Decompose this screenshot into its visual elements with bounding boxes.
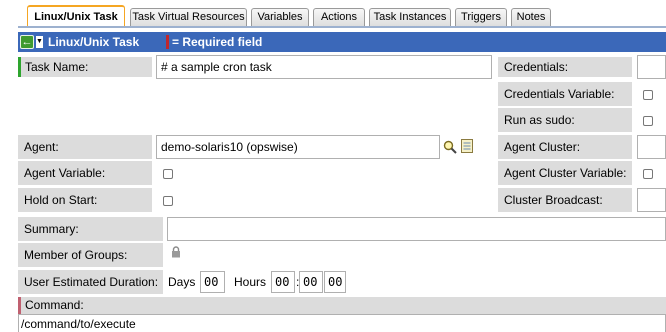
member-of-groups-label: Member of Groups: (18, 243, 163, 267)
run-as-sudo-label: Run as sudo: (498, 108, 632, 132)
command-label: Command: (21, 297, 666, 314)
cluster-broadcast-input[interactable] (637, 188, 666, 212)
summary-input[interactable] (167, 217, 666, 241)
tab-underline (18, 26, 666, 28)
credentials-variable-label: Credentials Variable: (498, 82, 632, 106)
dropdown-menu-icon[interactable]: ▼ (36, 36, 43, 48)
seconds-input[interactable]: 00 (324, 271, 346, 293)
credentials-input[interactable] (637, 55, 666, 79)
agent-input[interactable]: demo-solaris10 (opswise) (156, 135, 440, 159)
form-title: Linux/Unix Task (48, 35, 140, 49)
tab-task-virtual-resources[interactable]: Task Virtual Resources (130, 8, 247, 26)
agent-variable-checkbox[interactable] (163, 169, 173, 179)
tab-triggers[interactable]: Triggers (455, 8, 507, 26)
task-name-label: Task Name: (21, 57, 152, 77)
credentials-label: Credentials: (498, 57, 632, 77)
tab-bar: Linux/Unix Task Task Virtual Resources V… (0, 0, 666, 30)
agent-variable-label: Agent Variable: (18, 161, 152, 185)
tab-variables[interactable]: Variables (251, 8, 309, 26)
agent-cluster-input[interactable] (637, 135, 666, 159)
tab-task-instances[interactable]: Task Instances (369, 8, 451, 26)
hold-on-start-label: Hold on Start: (18, 188, 152, 212)
hours-label: Hours (234, 275, 267, 289)
form-title-bar: ← ▼ Linux/Unix Task = Required field (18, 32, 666, 52)
summary-label: Summary: (18, 217, 163, 241)
credentials-variable-checkbox[interactable] (643, 90, 653, 100)
required-field-legend: = Required field (172, 35, 263, 49)
agent-cluster-variable-checkbox[interactable] (643, 169, 653, 179)
agent-label: Agent: (18, 135, 152, 159)
tab-notes[interactable]: Notes (511, 8, 551, 26)
agent-cluster-label: Agent Cluster: (498, 135, 632, 159)
days-label: Days (168, 275, 196, 289)
task-name-input[interactable]: # a sample cron task (156, 55, 492, 79)
cluster-broadcast-label: Cluster Broadcast: (498, 188, 632, 212)
green-back-arrow-icon[interactable]: ← (20, 35, 34, 49)
days-input[interactable]: 00 (200, 271, 225, 293)
user-estimated-duration-label: User Estimated Duration: (18, 270, 163, 294)
minutes-input[interactable]: 00 (299, 271, 323, 293)
tab-actions[interactable]: Actions (313, 8, 365, 26)
hold-on-start-checkbox[interactable] (163, 196, 173, 206)
run-as-sudo-checkbox[interactable] (643, 116, 653, 126)
command-textarea[interactable]: /command/to/execute (18, 314, 666, 332)
required-marker (166, 35, 169, 49)
agent-cluster-variable-label: Agent Cluster Variable: (498, 161, 632, 185)
tab-linux-unix-task[interactable]: Linux/Unix Task (27, 5, 125, 27)
hours-input[interactable]: 00 (271, 271, 295, 293)
lock-icon (172, 246, 180, 258)
magnifier-icon[interactable] (443, 140, 457, 154)
document-icon[interactable] (461, 139, 473, 153)
